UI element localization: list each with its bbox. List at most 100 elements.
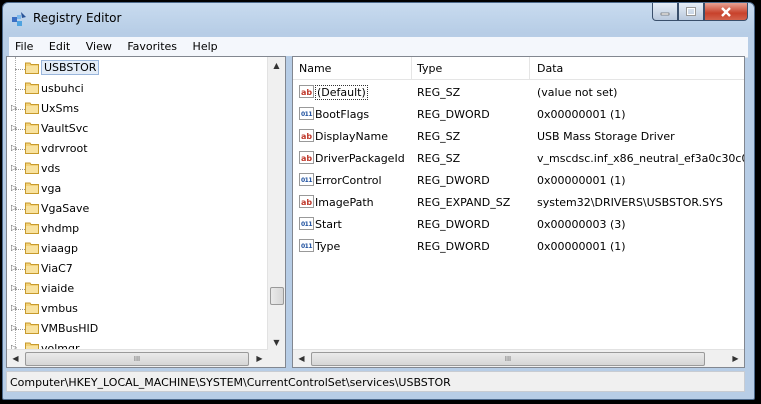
tree-item-label: viaagp <box>41 242 79 255</box>
tree-item-label: UxSms <box>41 102 79 115</box>
expand-arrow-icon[interactable]: ▷ <box>11 103 17 112</box>
value-data: v_mscdsc.inf_x86_neutral_ef3a0c30c03f02 <box>537 152 744 165</box>
tree-branch-line <box>15 189 25 190</box>
binary-value-icon: 011 <box>299 173 314 186</box>
maximize-button[interactable] <box>678 3 704 21</box>
scroll-up-arrow-icon[interactable]: ▲ <box>268 57 285 74</box>
scroll-left-arrow-icon[interactable]: ◀ <box>7 350 24 367</box>
tree-item[interactable]: ▷ UxSms <box>7 99 269 119</box>
close-button[interactable] <box>704 3 748 21</box>
expand-arrow-icon[interactable]: ▷ <box>11 123 17 132</box>
menu-file[interactable]: File <box>9 37 39 53</box>
tree-item-label: vds <box>41 162 61 175</box>
tree-item[interactable]: ▷ VaultSvc <box>7 119 269 139</box>
value-row[interactable]: ab DisplayName REG_SZ USB Mass Storage Driv… <box>293 125 744 147</box>
binary-value-icon: 011 <box>299 107 314 120</box>
expand-arrow-icon[interactable]: ▷ <box>11 183 17 192</box>
caption-buttons <box>652 3 748 23</box>
value-data: (value not set) <box>537 86 618 99</box>
tree-item-label: VMBusHID <box>41 322 99 335</box>
scroll-right-arrow-icon[interactable]: ▶ <box>251 350 268 367</box>
folder-icon <box>25 302 39 314</box>
tree-item[interactable]: ▷ ViaC7 <box>7 259 269 279</box>
folder-icon <box>25 222 39 234</box>
minimize-button[interactable] <box>652 3 678 21</box>
value-row[interactable]: 011 BootFlags REG_DWORD 0x00000001 (1) <box>293 103 744 125</box>
tree-item[interactable]: ▷ viaagp <box>7 239 269 259</box>
value-row[interactable]: ab DriverPackageId REG_SZ v_mscdsc.inf_x86_… <box>293 147 744 169</box>
folder-icon <box>25 122 39 134</box>
tree-branch-line <box>15 89 25 90</box>
tree-item-label: USBSTOR <box>41 60 100 75</box>
tree-item-label: ViaC7 <box>41 262 73 275</box>
value-name: DriverPackageId <box>315 152 405 165</box>
values-hscroll-thumb[interactable]: III <box>311 352 705 366</box>
binary-value-icon: 011 <box>299 239 314 252</box>
folder-icon <box>25 322 39 334</box>
binary-value-icon: 011 <box>299 217 314 230</box>
title-bar[interactable]: Registry Editor <box>3 3 754 33</box>
value-row[interactable]: 011 Type REG_DWORD 0x00000001 (1) <box>293 235 744 257</box>
tree-branch-line <box>15 129 25 130</box>
tree-hscroll-thumb[interactable]: III <box>25 352 249 366</box>
value-row[interactable]: 011 ErrorControl REG_DWORD 0x00000001 (1) <box>293 169 744 191</box>
value-type: REG_DWORD <box>417 240 490 253</box>
tree-item[interactable]: ▷ vds <box>7 159 269 179</box>
tree-item-label: usbuhci <box>41 82 84 95</box>
menu-edit[interactable]: Edit <box>43 37 76 53</box>
column-header-name[interactable]: Name <box>299 62 331 75</box>
tree-vertical-scrollbar[interactable]: ▲ ▼ <box>267 57 285 351</box>
column-header-data[interactable]: Data <box>537 62 563 75</box>
tree-item[interactable]: ▷ vdrvroot <box>7 139 269 159</box>
status-path: Computer\HKEY_LOCAL_MACHINE\SYSTEM\Curre… <box>10 376 451 389</box>
menu-view[interactable]: View <box>80 37 118 53</box>
menu-favorites[interactable]: Favorites <box>121 37 183 53</box>
expand-arrow-icon[interactable]: ▷ <box>11 143 17 152</box>
value-type: REG_SZ <box>417 86 461 99</box>
tree-branch-line <box>15 309 25 310</box>
values-pane[interactable]: Name Type Data ab (Default) REG_SZ (value n… <box>292 56 745 368</box>
expand-arrow-icon[interactable]: ▷ <box>11 243 17 252</box>
tree-branch-line <box>15 209 25 210</box>
string-value-icon: ab <box>299 151 314 164</box>
column-header-type[interactable]: Type <box>417 62 442 75</box>
value-row[interactable]: ab ImagePath REG_EXPAND_SZ system32\DRIVERS… <box>293 191 744 213</box>
value-row[interactable]: ab (Default) REG_SZ (value not set) <box>293 81 744 103</box>
tree-item[interactable]: usbuhci <box>7 79 269 99</box>
value-data: 0x00000001 (1) <box>537 108 626 121</box>
folder-icon <box>25 62 39 74</box>
expand-arrow-icon[interactable]: ▷ <box>11 303 17 312</box>
tree-item-label: vmbus <box>41 302 78 315</box>
tree-item[interactable]: ▷ vga <box>7 179 269 199</box>
values-horizontal-scrollbar[interactable]: ◀ III ▶ <box>293 349 744 367</box>
string-value-icon: ab <box>299 195 314 208</box>
registry-editor-icon <box>12 12 26 26</box>
expand-arrow-icon[interactable]: ▷ <box>11 263 17 272</box>
tree-branch-line <box>15 289 25 290</box>
expand-arrow-icon[interactable]: ▷ <box>11 163 17 172</box>
tree-branch-line <box>15 229 25 230</box>
value-name: (Default) <box>315 85 368 100</box>
tree-item[interactable]: USBSTOR <box>7 59 269 79</box>
scroll-down-arrow-icon[interactable]: ▼ <box>268 334 285 351</box>
tree-vscroll-thumb[interactable] <box>270 287 284 305</box>
scroll-left-arrow-icon[interactable]: ◀ <box>293 350 310 367</box>
tree-horizontal-scrollbar[interactable]: ◀ III ▶ <box>7 349 268 367</box>
expand-arrow-icon[interactable]: ▷ <box>11 223 17 232</box>
tree-item[interactable]: ▷ viaide <box>7 279 269 299</box>
key-tree-pane[interactable]: USBSTOR usbuhci ▷ UxSms ▷ VaultSvc ▷ vdrvroot ▷ v… <box>6 56 286 368</box>
column-divider[interactable] <box>529 57 530 79</box>
expand-arrow-icon[interactable]: ▷ <box>11 283 17 292</box>
tree-item[interactable]: ▷ VMBusHID <box>7 319 269 339</box>
expand-arrow-icon[interactable]: ▷ <box>11 203 17 212</box>
tree-item[interactable]: ▷ vmbus <box>7 299 269 319</box>
menu-help[interactable]: Help <box>187 37 224 53</box>
scroll-right-arrow-icon[interactable]: ▶ <box>727 350 744 367</box>
column-divider[interactable] <box>411 57 412 79</box>
status-bar: Computer\HKEY_LOCAL_MACHINE\SYSTEM\Curre… <box>6 371 745 392</box>
tree-item[interactable]: ▷ VgaSave <box>7 199 269 219</box>
expand-arrow-icon[interactable]: ▷ <box>11 323 17 332</box>
value-row[interactable]: 011 Start REG_DWORD 0x00000003 (3) <box>293 213 744 235</box>
tree-item[interactable]: ▷ vhdmp <box>7 219 269 239</box>
tree-item-label: vdrvroot <box>41 142 88 155</box>
